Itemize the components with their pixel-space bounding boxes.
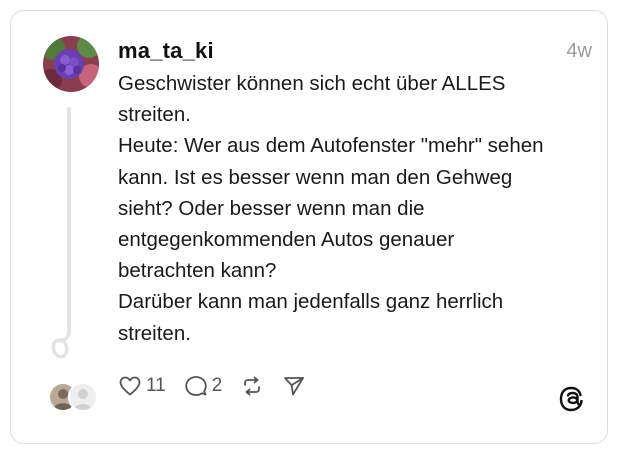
post-text-line: sieht? Oder besser wenn man die xyxy=(118,196,425,220)
post-text-line: Geschwister können sich echt über ALLES xyxy=(118,72,506,95)
thread-loop-icon xyxy=(51,328,71,359)
post-text-line: Darüber kann man jedenfalls ganz herrlic… xyxy=(118,290,504,314)
post-text-line: kann. Ist es besser wenn man den Gehweg xyxy=(118,165,513,189)
comment-bubble-icon xyxy=(185,376,207,396)
avatar[interactable] xyxy=(43,36,99,92)
reply-count: 2 xyxy=(211,375,223,396)
post-text-line: betrachten kann? xyxy=(118,259,277,283)
replier-avatar-placeholder xyxy=(68,382,98,412)
like-count: 11 xyxy=(146,375,166,396)
post-text: Geschwister können sich echt über ALLES … xyxy=(118,68,588,349)
repost-icon xyxy=(244,376,261,396)
timestamp: 4w xyxy=(566,40,592,62)
post-text-line: streiten. xyxy=(118,103,191,127)
like-button[interactable]: 11 xyxy=(118,374,166,398)
action-bar: 11 2 xyxy=(118,372,324,400)
post-text-line: streiten. xyxy=(118,321,191,345)
thread-line xyxy=(67,107,71,335)
username[interactable]: ma_ta_ki xyxy=(118,38,214,64)
replier-avatars[interactable] xyxy=(48,380,104,414)
post-text-line: entgegenkommenden Autos genauer xyxy=(118,228,455,252)
repost-button[interactable] xyxy=(240,374,264,398)
send-icon xyxy=(284,377,305,396)
heart-icon xyxy=(119,376,141,396)
post-text-line: Heute: Wer aus dem Autofenster "mehr" se… xyxy=(118,134,544,158)
threads-logo-icon xyxy=(558,386,584,412)
reply-button[interactable]: 2 xyxy=(184,374,223,398)
share-button[interactable] xyxy=(282,374,306,398)
